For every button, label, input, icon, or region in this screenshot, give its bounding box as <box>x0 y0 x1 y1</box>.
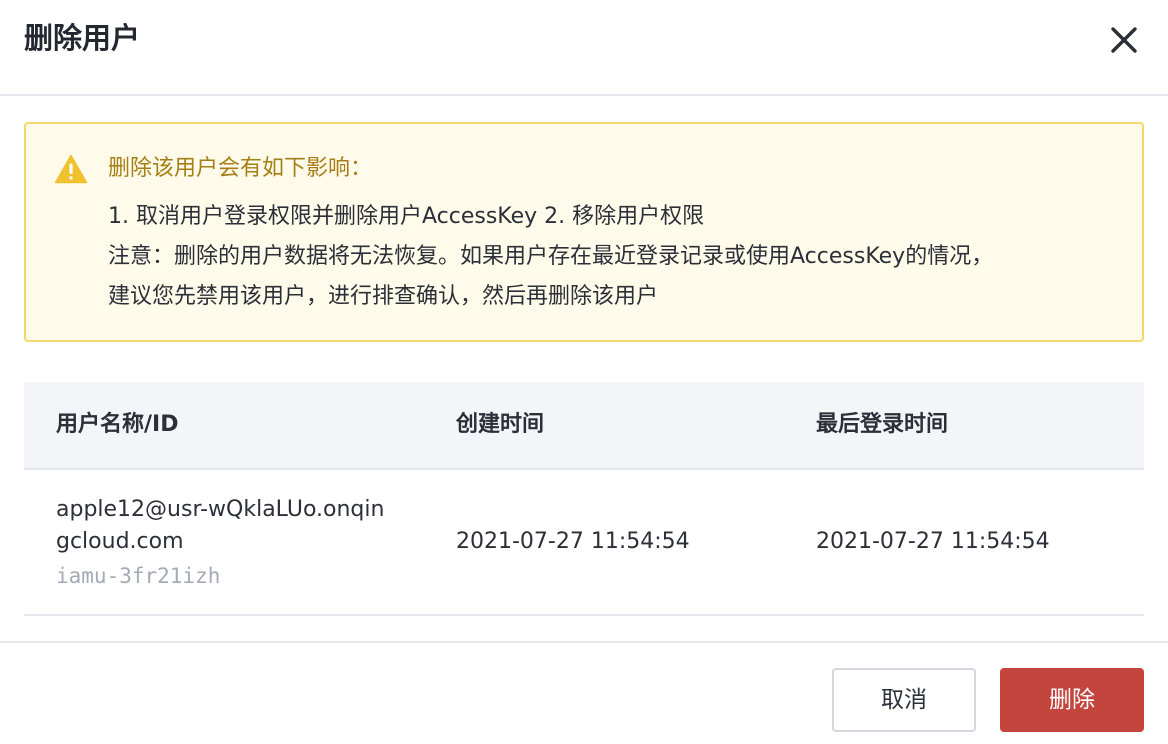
column-header-last-login: 最后登录时间 <box>816 412 949 437</box>
column-header-created: 创建时间 <box>456 412 545 437</box>
alert-line-suggestion: 建议您先禁用该用户，进行排查确认，然后再删除该用户 <box>108 284 659 309</box>
delete-button[interactable]: 删除 <box>1000 668 1144 732</box>
created-time: 2021-07-27 11:54:54 <box>456 529 690 554</box>
warning-triangle-icon <box>54 154 88 184</box>
user-table: 用户名称/ID 创建时间 最后登录时间 apple12@usr-wQklaLUo… <box>24 382 1144 616</box>
alert-title: 删除该用户会有如下影响： <box>108 156 373 181</box>
user-id: iamu-3fr21izh <box>56 564 221 588</box>
dialog-title: 删除用户 <box>24 21 141 55</box>
footer-divider <box>0 641 1168 643</box>
user-name: apple12@usr-wQklaLUo.onqingcloud.com <box>56 497 385 554</box>
close-icon <box>1111 27 1137 53</box>
close-button[interactable] <box>1104 20 1144 60</box>
cancel-button[interactable]: 取消 <box>832 668 976 732</box>
table-row: apple12@usr-wQklaLUo.onqingcloud.com iam… <box>24 470 1144 616</box>
last-login-time: 2021-07-27 11:54:54 <box>816 529 1050 554</box>
alert-line-notice: 注意：删除的用户数据将无法恢复。如果用户存在最近登录记录或使用AccessKey… <box>108 244 994 269</box>
table-header: 用户名称/ID 创建时间 最后登录时间 <box>24 382 1144 470</box>
dialog-header: 删除用户 <box>0 0 1168 96</box>
warning-alert: 删除该用户会有如下影响： 1. 取消用户登录权限并删除用户AccessKey 2… <box>24 122 1144 342</box>
delete-user-dialog: 删除用户 删除该用户会有如下影响： 1. 取消用户登录权限并删除用户Access… <box>0 0 1168 744</box>
alert-line-effects: 1. 取消用户登录权限并删除用户AccessKey 2. 移除用户权限 <box>108 204 705 229</box>
column-header-user: 用户名称/ID <box>56 412 179 437</box>
